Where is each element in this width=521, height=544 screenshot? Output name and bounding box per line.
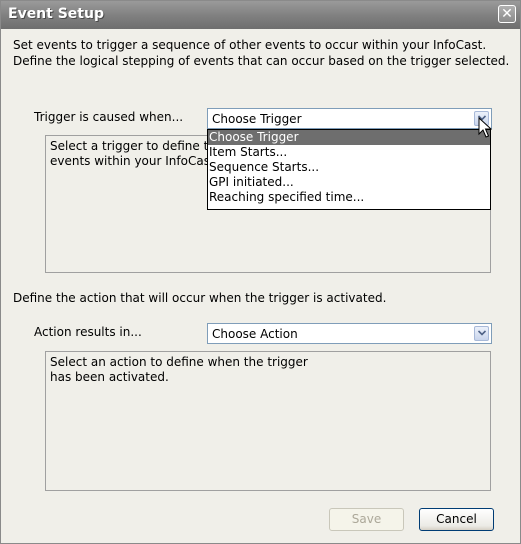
action-description-box: Select an action to define when the trig… (45, 351, 491, 491)
close-icon: ✕ (501, 6, 513, 22)
intro-line-1: Set events to trigger a sequence of othe… (13, 38, 487, 52)
dropdown-option-gpi-initiated[interactable]: GPI initiated... (208, 175, 490, 190)
chevron-down-icon[interactable] (474, 326, 489, 341)
intro-line-2: Define the logical stepping of events th… (13, 54, 510, 68)
event-setup-dialog: Event Setup ✕ Set events to trigger a se… (0, 0, 521, 544)
title-bar[interactable]: Event Setup ✕ (1, 1, 520, 29)
action-description-line-2: has been activated. (50, 370, 169, 384)
action-description-line-1: Select an action to define when the trig… (50, 355, 308, 369)
dropdown-option-reaching-specified-time[interactable]: Reaching specified time... (208, 190, 490, 205)
action-select[interactable]: Choose Action (207, 323, 492, 344)
action-selected-value: Choose Action (212, 327, 298, 341)
action-label: Action results in... (34, 325, 142, 339)
trigger-dropdown-list: Choose Trigger Item Starts... Sequence S… (207, 129, 491, 210)
dialog-title: Event Setup (8, 6, 104, 22)
trigger-label: Trigger is caused when... (34, 110, 184, 124)
mouse-pointer-icon (478, 117, 492, 138)
cancel-button[interactable]: Cancel (419, 508, 494, 531)
save-button[interactable]: Save (329, 508, 404, 531)
trigger-selected-value: Choose Trigger (212, 112, 302, 126)
dropdown-option-sequence-starts[interactable]: Sequence Starts... (208, 160, 490, 175)
dropdown-option-choose-trigger[interactable]: Choose Trigger (208, 130, 490, 145)
intro-text: Set events to trigger a sequence of othe… (13, 37, 513, 69)
trigger-select[interactable]: Choose Trigger (207, 108, 492, 129)
close-button[interactable]: ✕ (498, 5, 516, 23)
action-section-prompt: Define the action that will occur when t… (13, 291, 387, 305)
dropdown-option-item-starts[interactable]: Item Starts... (208, 145, 490, 160)
